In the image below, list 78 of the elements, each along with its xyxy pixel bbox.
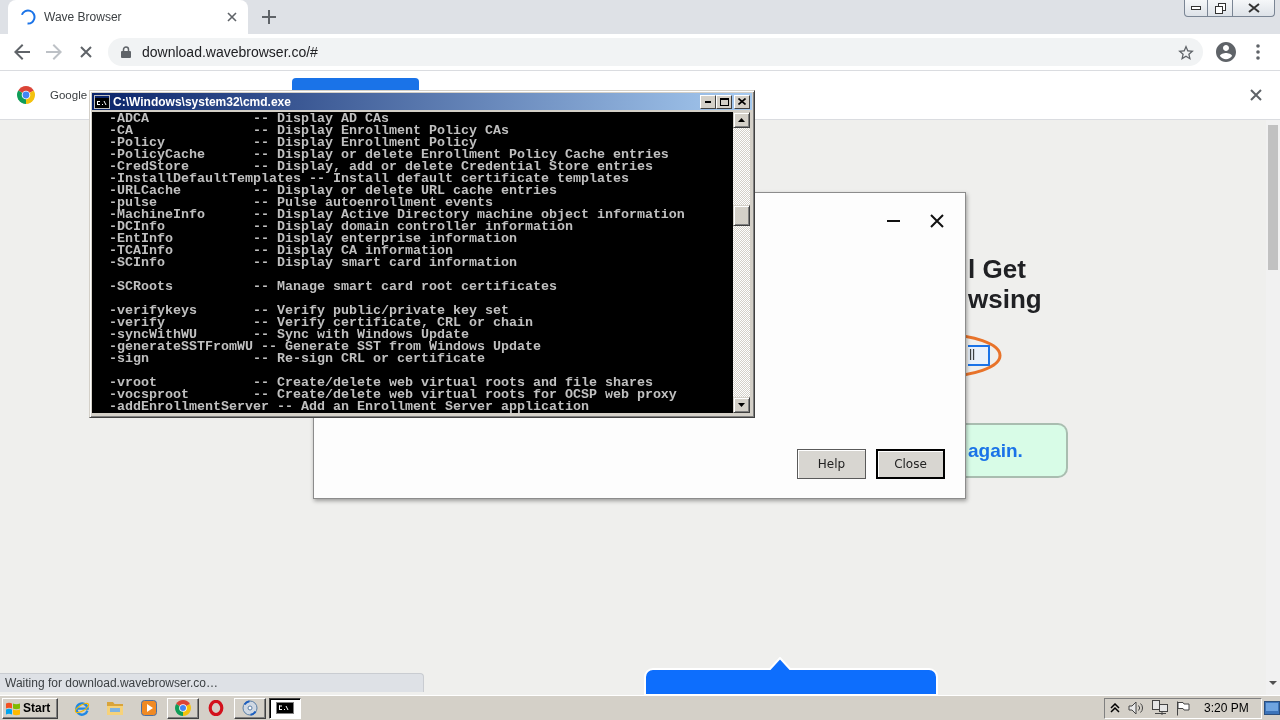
console-line: -ADCA -- Display AD CAs	[109, 113, 389, 125]
play-icon[interactable]	[141, 700, 157, 716]
restore-button[interactable]	[1208, 0, 1233, 17]
console-line: -syncWithWU -- Sync with Windows Update	[109, 329, 469, 341]
flag-icon[interactable]	[1176, 700, 1190, 716]
status-bar: Waiting for download.wavebrowser.co…	[0, 673, 424, 692]
plus-icon[interactable]	[262, 10, 276, 24]
console-icon	[94, 94, 110, 109]
scrollbar-thumb[interactable]	[733, 205, 750, 226]
close-icon[interactable]	[930, 214, 944, 228]
console-line: -verify -- Verify certificate, CRL or chain	[109, 317, 534, 329]
console-line: -DCInfo -- Display domain controller information	[109, 221, 573, 233]
minimize-button[interactable]	[1184, 0, 1208, 17]
clock-text: 3:20 PM	[1204, 701, 1249, 715]
account-icon[interactable]	[1216, 42, 1236, 62]
console-line: -generateSSTFromWU -- Generate SST from Windows Update	[109, 341, 542, 353]
speaker-icon[interactable]	[1128, 701, 1144, 715]
console-scrollbar[interactable]	[733, 112, 750, 413]
page-button[interactable]: ll	[968, 345, 990, 366]
chevron-up-icon[interactable]	[1110, 703, 1120, 713]
back-arrow-icon[interactable]	[14, 44, 30, 60]
console-line: -SCRoots -- Manage smart card root certificates	[109, 281, 558, 293]
desktop-icon[interactable]	[1264, 701, 1280, 715]
console-line: -CA -- Display Enrollment Policy CAs	[109, 125, 510, 137]
logo-icon	[17, 86, 35, 104]
console-line: -PolicyCache -- Display or delete Enrollment Policy Cache entries	[109, 149, 670, 161]
page-scrollbar[interactable]	[1266, 120, 1280, 695]
x-icon[interactable]	[80, 46, 92, 58]
console-line: -URLCache -- Display or delete URL cache entries	[109, 185, 558, 197]
console-line: -Policy -- Display Enrollment Policy	[109, 137, 477, 149]
restore-icon	[1214, 2, 1226, 14]
scrollbar-thumb[interactable]	[1268, 125, 1278, 270]
lock-icon	[121, 46, 131, 58]
maximize-button[interactable]	[716, 94, 732, 109]
minimize-icon	[1191, 6, 1201, 10]
console-line: -vroot -- Create/delete web virtual roots and file shares	[109, 377, 654, 389]
scroll-down-button[interactable]	[733, 397, 750, 413]
logo-icon	[175, 700, 191, 716]
maximize-icon	[719, 97, 729, 106]
disc-icon	[242, 700, 258, 716]
minimize-icon	[705, 100, 711, 103]
close-icon	[738, 98, 746, 105]
start-logo-icon	[5, 700, 21, 716]
address-field[interactable]: download.wavebrowser.co/#	[108, 38, 1203, 66]
console-line: -addEnrollmentServer -- Add an Enrollment Server application	[109, 401, 590, 413]
console-line: -EntInfo -- Display enterprise information	[109, 233, 518, 245]
console-line: -InstallDefaultTemplates -- Install default certificate templates	[109, 173, 630, 185]
console-line: -pulse -- Pulse autoenrollment events	[109, 197, 493, 209]
console-line: -MachineInfo -- Display Active Directory machine object information	[109, 209, 686, 221]
scroll-up-button[interactable]	[733, 112, 750, 128]
spinner-icon	[20, 9, 36, 25]
console-line: -TCAInfo -- Display CA information	[109, 245, 453, 257]
close-button[interactable]	[1233, 0, 1275, 17]
dialog-button[interactable]: Help	[797, 449, 866, 479]
down-arrow-icon[interactable]	[1269, 681, 1277, 685]
close-icon	[1247, 3, 1260, 13]
menu-icon[interactable]	[1256, 44, 1260, 60]
up-arrow-icon	[738, 118, 745, 122]
console-line: -CredStore -- Display, add or delete Credential Store entries	[109, 161, 654, 173]
console-line: -SCInfo -- Display smart card information	[109, 257, 518, 269]
down-arrow-icon	[738, 403, 745, 407]
console-line: -verifykeys -- Verify public/private key set	[109, 305, 509, 317]
o-logo-icon[interactable]	[208, 700, 224, 716]
close-icon[interactable]	[1250, 89, 1262, 101]
browser-tab[interactable]: Wave Browser	[8, 0, 248, 34]
page-heading: l Get wsing	[968, 254, 1042, 314]
console-icon	[276, 702, 294, 714]
close-icon[interactable]	[227, 12, 237, 22]
network-icon[interactable]	[1152, 700, 1168, 716]
taskbar-button[interactable]	[269, 697, 301, 719]
infobar-text: Google	[50, 89, 88, 101]
window-title: C:\Windows\system32\cmd.exe	[113, 94, 292, 109]
star-icon[interactable]	[1178, 44, 1194, 60]
console-line: -sign -- Re-sign CRL or certificate	[109, 353, 486, 365]
start-button[interactable]: Start	[2, 697, 58, 719]
console-line: -vocsproot -- Create/delete web virtual roots for OCSP web proxy	[109, 389, 678, 401]
notice-banner: again.	[966, 423, 1068, 478]
dialog-button[interactable]: Close	[876, 449, 945, 479]
